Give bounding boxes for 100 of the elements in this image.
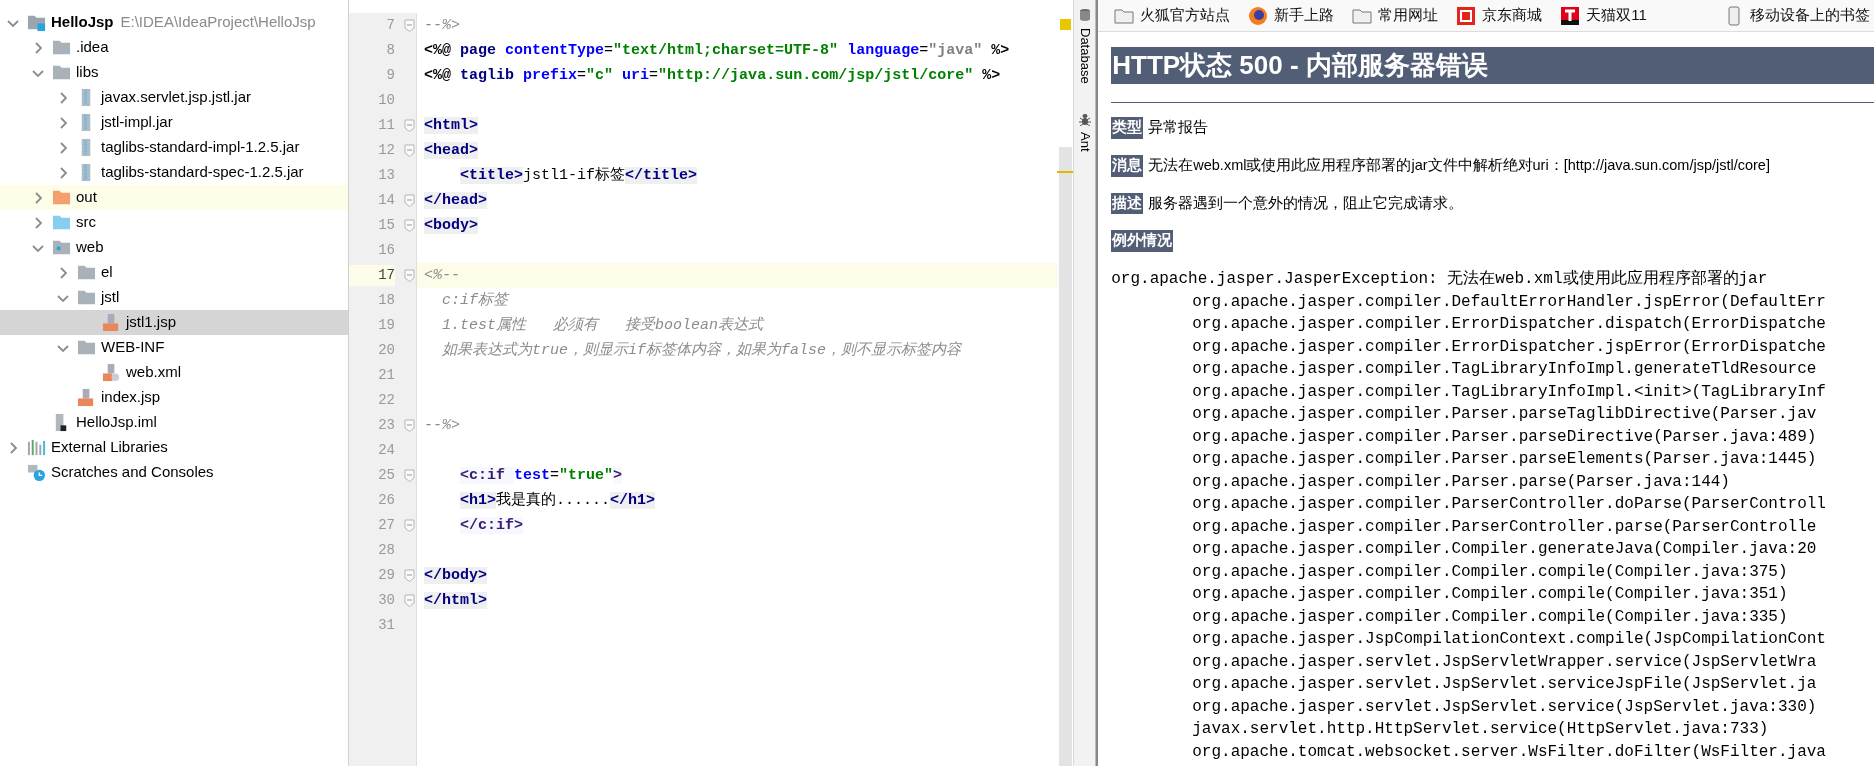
- code-line: <h1>我是真的......</h1>: [459, 490, 657, 511]
- tree-item[interactable]: Scratches and Consoles: [0, 460, 348, 485]
- fold-icon[interactable]: [404, 594, 415, 607]
- tool-window-button[interactable]: Ant: [1074, 109, 1096, 154]
- field-label: 例外情况: [1111, 230, 1174, 252]
- file-icon: [102, 363, 121, 382]
- line-number: 15: [377, 216, 395, 235]
- tree-item[interactable]: taglibs-standard-spec-1.2.5.jar: [0, 160, 348, 185]
- stack-trace-line: org.apache.jasper.compiler.Compiler.compile(Compiler.java:375): [1191, 561, 1789, 583]
- code-line: <c:if test="true">: [459, 466, 624, 486]
- folder-icon: [52, 188, 71, 207]
- line-number: 19: [377, 316, 395, 335]
- field-text: 异常报告: [1148, 118, 1209, 137]
- fold-icon[interactable]: [404, 144, 415, 157]
- tree-item[interactable]: javax.servlet.jsp.jstl.jar: [0, 85, 348, 110]
- line-number: 11: [377, 116, 395, 135]
- line-number: 25: [377, 466, 395, 485]
- tree-item[interactable]: index.jsp: [0, 385, 348, 410]
- tree-item[interactable]: out: [0, 185, 348, 210]
- line-number: 22: [377, 391, 395, 410]
- fold-icon[interactable]: [404, 19, 415, 32]
- stack-trace-line: org.apache.jasper.compiler.TagLibraryInfoImpl.generateTldResource: [1191, 359, 1818, 380]
- fold-icon[interactable]: [404, 419, 415, 432]
- tree-item[interactable]: .idea: [0, 35, 348, 60]
- stack-trace-line: org.apache.jasper.compiler.ErrorDispatcher.dispatch(ErrorDispatche: [1191, 314, 1827, 335]
- code-line: --%>: [423, 416, 461, 436]
- fold-icon[interactable]: [404, 519, 415, 532]
- warning-marker-icon: [1056, 171, 1073, 173]
- fold-icon[interactable]: [404, 269, 415, 282]
- code-line: --%>: [423, 16, 461, 36]
- fold-icon[interactable]: [404, 194, 415, 207]
- fold-icon[interactable]: [404, 469, 415, 482]
- code-line: <%@ page contentType="text/html;charset=UTF-8" language="java" %>: [423, 41, 1011, 61]
- line-number: 13: [377, 166, 395, 185]
- scrollbar-thumb[interactable]: [1058, 147, 1072, 766]
- bookmark-link[interactable]: 天猫双11: [1560, 4, 1647, 27]
- line-number: 8: [385, 41, 395, 60]
- tree-item[interactable]: WEB-INF: [0, 335, 348, 360]
- file-icon: [77, 388, 96, 407]
- stack-trace-line: javax.servlet.http.HttpServlet.service(HttpServlet.java:733): [1191, 719, 1770, 740]
- stack-trace-line: org.apache.jasper.compiler.Compiler.compile(Compiler.java:351): [1191, 584, 1789, 605]
- libraries-icon: [27, 438, 46, 457]
- bookmark-link[interactable]: 常用网址: [1352, 4, 1439, 27]
- line-number: 18: [377, 291, 395, 310]
- field-text: 无法在web.xml或使用此应用程序部署的jar文件中解析绝对uri：[http://java.sun.com/jsp/jstl/core]: [1148, 155, 1770, 175]
- folder-icon: [77, 288, 96, 307]
- shop-icon: [1456, 5, 1477, 26]
- tree-item[interactable]: jstl-impl.jar: [0, 110, 348, 135]
- fold-icon[interactable]: [404, 119, 415, 132]
- tree-item[interactable]: el: [0, 260, 348, 285]
- line-number: 29: [377, 566, 395, 585]
- bookmark-link[interactable]: 移动设备上的书签: [1724, 4, 1870, 27]
- tree-item[interactable]: libs: [0, 60, 348, 85]
- stack-trace-line: org.apache.jasper.servlet.JspServletWrapper.service(JspServletWra: [1191, 651, 1818, 673]
- line-number: 20: [377, 341, 395, 360]
- code-line: <%@ taglib prefix="c" uri="http://java.sun.com/jsp/jstl/core" %>: [423, 66, 1002, 86]
- line-number: 27: [377, 516, 395, 535]
- stack-trace-line: org.apache.tomcat.websocket.server.WsFilter.doFilter(WsFilter.java: [1191, 741, 1827, 763]
- line-number: 12: [377, 141, 395, 160]
- stack-trace-line: org.apache.jasper.compiler.TagLibraryInfoImpl.<init>(TagLibraryInf: [1191, 381, 1827, 403]
- line-number: 7: [385, 16, 395, 35]
- fold-icon[interactable]: [404, 569, 415, 582]
- stack-trace-line: org.apache.jasper.servlet.JspServlet.service(JspServlet.java:330): [1191, 696, 1818, 718]
- code-line: c:if标签: [441, 291, 511, 311]
- tree-item[interactable]: jstl1.jsp: [0, 310, 348, 335]
- tree-item[interactable]: HelloJsp E:\IDEA\IdeaProject\HelloJsp: [0, 10, 348, 35]
- line-number: 26: [377, 491, 395, 510]
- firefox-icon: [1248, 5, 1269, 26]
- tree-item[interactable]: taglibs-standard-impl-1.2.5.jar: [0, 135, 348, 160]
- bookmark-link[interactable]: 火狐官方站点: [1114, 4, 1231, 27]
- tree-item[interactable]: HelloJsp.iml: [0, 410, 348, 435]
- bookmark-link[interactable]: 京东商城: [1456, 4, 1543, 27]
- tree-item[interactable]: web.xml: [0, 360, 348, 385]
- shop-icon: [1560, 5, 1581, 26]
- code-line: 如果表达式为true，则显示if标签体内容，如果为false，则不显示标签内容: [441, 340, 963, 361]
- stack-trace-line: org.apache.jasper.compiler.ParserController.doParse(ParserControll: [1191, 494, 1827, 515]
- stack-trace-line: org.apache.jasper.compiler.ParserController.parse(ParserControlle: [1191, 516, 1818, 538]
- code-line: 1.test属性 必须有 接受boolean表达式: [441, 315, 766, 336]
- field-label: 描述: [1111, 192, 1144, 215]
- tree-item[interactable]: src: [0, 210, 348, 235]
- folder-icon: [77, 338, 96, 357]
- line-number: 10: [377, 91, 395, 110]
- field-label: 消息: [1111, 154, 1144, 177]
- folder-icon: [52, 238, 71, 257]
- stack-trace-line: org.apache.jasper.servlet.JspServlet.serviceJspFile(JspServlet.ja: [1191, 674, 1818, 695]
- tree-item[interactable]: External Libraries: [0, 435, 348, 460]
- stack-trace-line: org.apache.jasper.compiler.Parser.parse(Parser.java:144): [1191, 471, 1731, 493]
- module-icon: [27, 13, 46, 32]
- tree-item[interactable]: web: [0, 235, 348, 260]
- tree-item[interactable]: jstl: [0, 285, 348, 310]
- line-number: 16: [377, 241, 395, 260]
- fold-icon[interactable]: [404, 219, 415, 232]
- line-number: 17: [349, 265, 395, 286]
- bookmark-link[interactable]: 新手上路: [1248, 4, 1335, 27]
- folder-icon: [77, 263, 96, 282]
- stack-trace-line: org.apache.jasper.compiler.Parser.parseTaglibDirective(Parser.jav: [1191, 404, 1818, 425]
- tool-window-button[interactable]: Database: [1074, 6, 1096, 86]
- field-label: 类型: [1111, 117, 1144, 139]
- bug-icon: [1077, 111, 1092, 126]
- stack-trace-line: org.apache.jasper.JspCompilationContext.compile(JspCompilationCont: [1191, 629, 1827, 650]
